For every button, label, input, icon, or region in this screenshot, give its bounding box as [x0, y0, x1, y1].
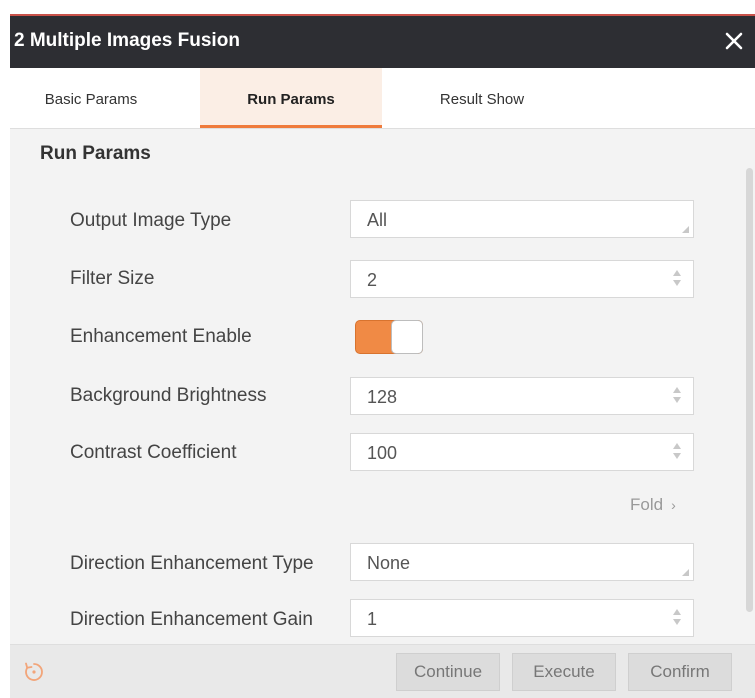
spinner-arrows-icon[interactable] — [673, 387, 681, 407]
params-panel: Run Params Output Image Type All Filter … — [10, 129, 755, 644]
direction-enhancement-type-select[interactable]: None — [350, 543, 694, 581]
close-icon — [725, 32, 743, 50]
output-image-type-label: Output Image Type — [70, 210, 232, 231]
execute-button[interactable]: Execute — [512, 653, 616, 691]
confirm-button[interactable]: Confirm — [628, 653, 732, 691]
scrollbar-thumb[interactable] — [746, 168, 753, 612]
dialog-window: 2 Multiple Images Fusion Basic Params Ru… — [10, 14, 755, 698]
reset-icon[interactable] — [22, 660, 46, 684]
spinner-arrows-icon[interactable] — [673, 270, 681, 290]
tab-run-params[interactable]: Run Params — [200, 68, 382, 128]
contrast-coefficient-label: Contrast Coefficient — [70, 442, 237, 463]
chevron-right-icon: › — [671, 497, 676, 513]
fold-label: Fold — [630, 495, 664, 514]
contrast-coefficient-value: 100 — [367, 443, 398, 463]
section-title: Run Params — [40, 143, 151, 164]
close-button[interactable] — [719, 24, 749, 58]
continue-button[interactable]: Continue — [396, 653, 500, 691]
direction-enhancement-gain-label: Direction Enhancement Gain — [70, 609, 313, 630]
direction-enhancement-gain-input[interactable]: 1 — [350, 599, 694, 637]
filter-size-value: 2 — [367, 270, 378, 290]
enhancement-enable-toggle[interactable] — [355, 320, 423, 354]
tab-result-show[interactable]: Result Show — [402, 68, 562, 128]
enhancement-enable-label: Enhancement Enable — [70, 326, 252, 347]
background-brightness-value: 128 — [367, 387, 398, 407]
filter-size-input[interactable]: 2 — [350, 260, 694, 298]
tab-bar: Basic Params Run Params Result Show — [10, 68, 755, 129]
output-image-type-select[interactable]: All — [350, 200, 694, 238]
fold-link[interactable]: Fold › — [630, 495, 676, 515]
background-brightness-input[interactable]: 128 — [350, 377, 694, 415]
dropdown-corner-icon — [682, 569, 689, 576]
output-image-type-value: All — [367, 210, 388, 230]
background-brightness-label: Background Brightness — [70, 385, 267, 406]
spinner-arrows-icon[interactable] — [673, 609, 681, 629]
spinner-arrows-icon[interactable] — [673, 443, 681, 463]
tab-basic-params[interactable]: Basic Params — [16, 68, 166, 128]
direction-enhancement-gain-value: 1 — [367, 609, 378, 629]
toggle-knob — [391, 320, 423, 354]
filter-size-label: Filter Size — [70, 268, 155, 289]
contrast-coefficient-input[interactable]: 100 — [350, 433, 694, 471]
dropdown-corner-icon — [682, 226, 689, 233]
direction-enhancement-type-label: Direction Enhancement Type — [70, 553, 314, 574]
direction-enhancement-type-value: None — [367, 553, 411, 573]
dialog-title: 2 Multiple Images Fusion — [14, 30, 240, 51]
footer-bar: Continue Execute Confirm — [10, 644, 755, 698]
title-bar: 2 Multiple Images Fusion — [10, 16, 755, 68]
scrollbar[interactable] — [744, 164, 755, 644]
